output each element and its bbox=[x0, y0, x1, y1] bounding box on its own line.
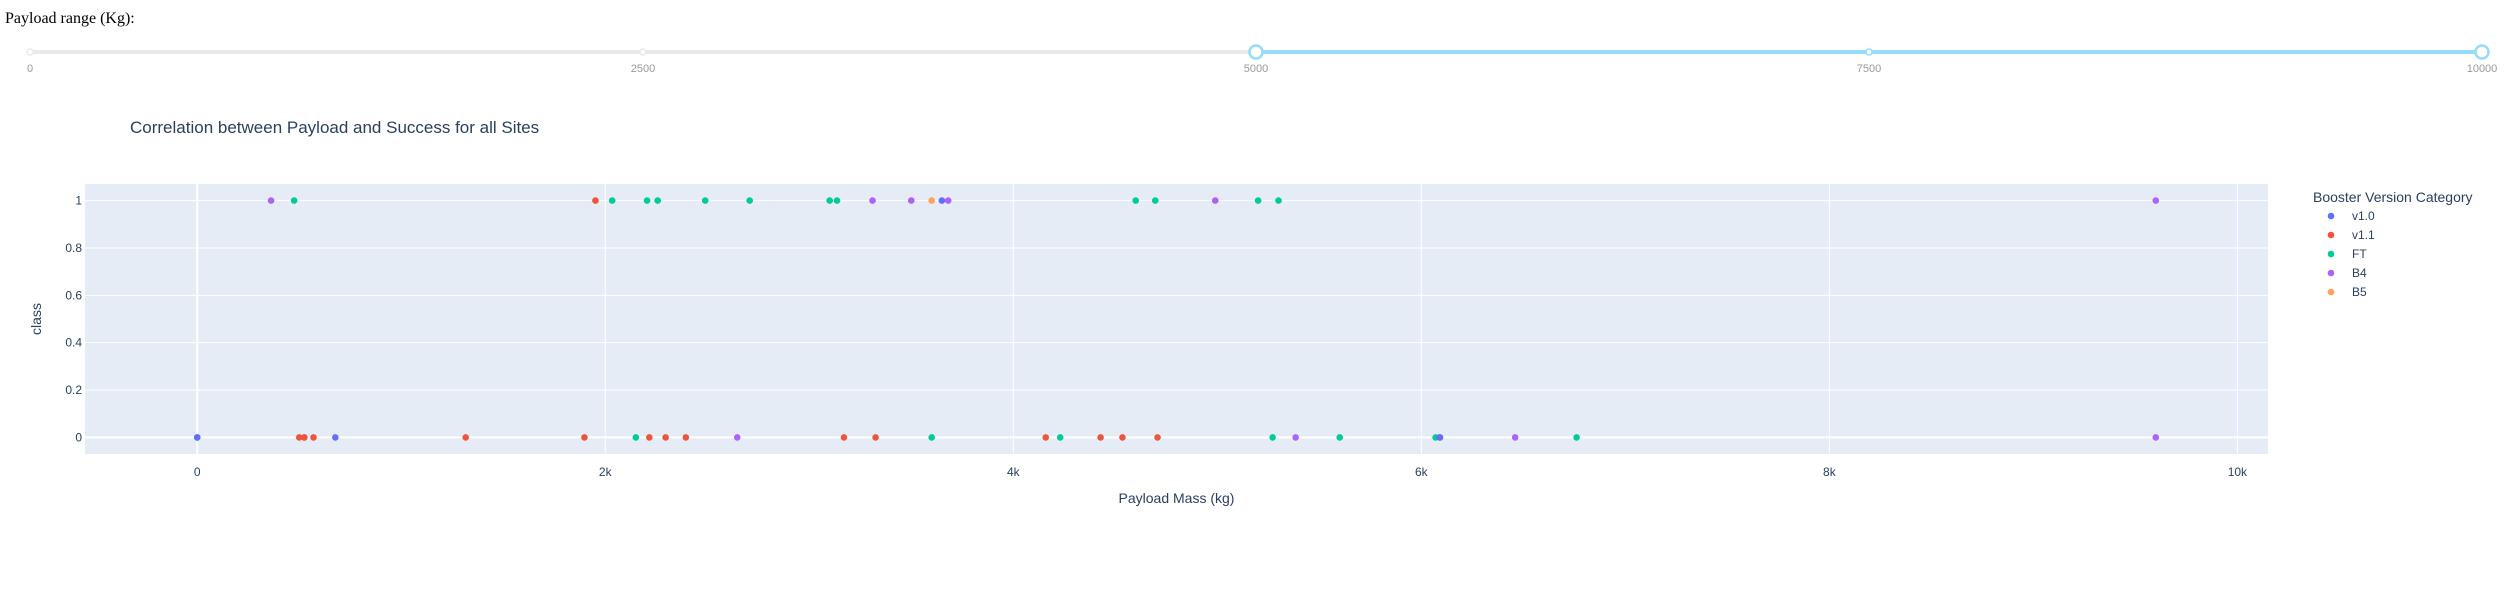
slider-mark-label: 10000 bbox=[2467, 63, 2498, 75]
data-point-v1.1 bbox=[310, 434, 317, 441]
x-tick-label: 8k bbox=[1823, 465, 1837, 479]
slider-mark-label: 2500 bbox=[631, 63, 655, 75]
x-tick-label: 4k bbox=[1007, 465, 1021, 479]
y-tick-label: 0.4 bbox=[65, 336, 82, 350]
data-point-B4 bbox=[907, 197, 915, 204]
data-point-FT bbox=[290, 197, 298, 204]
legend-marker[interactable] bbox=[2327, 269, 2335, 277]
x-tick-label: 6k bbox=[1415, 465, 1429, 479]
data-point-FT bbox=[643, 197, 651, 204]
slider-mark-label: 5000 bbox=[1244, 63, 1268, 75]
data-point-v1.1 bbox=[1042, 434, 1050, 441]
chart-title: Correlation between Payload and Success … bbox=[130, 118, 539, 137]
legend-marker[interactable] bbox=[2327, 212, 2335, 220]
y-tick-label: 0 bbox=[75, 430, 82, 444]
data-point-B4 bbox=[1292, 434, 1299, 441]
data-point-FT bbox=[654, 197, 661, 204]
data-point-FT bbox=[1056, 434, 1064, 441]
y-axis-label: class bbox=[28, 303, 44, 335]
slider-mark-dot bbox=[639, 48, 647, 56]
data-point-FT bbox=[1269, 434, 1276, 441]
y-tick-label: 1 bbox=[75, 194, 82, 208]
data-point-v1.1 bbox=[872, 434, 879, 441]
slider-mark-dot bbox=[26, 48, 34, 56]
data-point-FT bbox=[826, 197, 833, 204]
data-point-FT bbox=[608, 197, 616, 204]
legend-item-B5[interactable]: B5 bbox=[2352, 285, 2367, 299]
x-axis-label: Payload Mass (kg) bbox=[1119, 490, 1235, 506]
data-point-FT bbox=[632, 434, 640, 441]
slider-mark-dot bbox=[1865, 48, 1873, 56]
data-point-v1.1 bbox=[646, 434, 653, 441]
slider-mark-label: 7500 bbox=[1857, 63, 1881, 75]
payload-range-slider[interactable]: 0 2500 5000 7500 10000 bbox=[0, 0, 2511, 80]
x-tick-label: 0 bbox=[194, 465, 201, 479]
legend-marker[interactable] bbox=[2327, 231, 2335, 239]
data-point-v1.0 bbox=[1436, 434, 1443, 441]
data-point-FT bbox=[1336, 434, 1344, 441]
legend-item-FT[interactable]: FT bbox=[2352, 247, 2367, 261]
slider-mark-label: 0 bbox=[27, 63, 33, 75]
scatter-chart: Correlation between Payload and Success … bbox=[28, 118, 2473, 506]
data-point-v1.1 bbox=[1154, 434, 1161, 441]
data-point-v1.1 bbox=[462, 434, 469, 441]
data-point-v1.0 bbox=[938, 197, 946, 204]
data-point-FT bbox=[1573, 434, 1580, 441]
data-point-v1.1 bbox=[1119, 434, 1126, 441]
data-point-v1.0 bbox=[193, 434, 201, 441]
data-point-B4 bbox=[869, 197, 876, 204]
x-tick-label: 2k bbox=[599, 465, 613, 479]
legend-item-v1.1[interactable]: v1.1 bbox=[2352, 228, 2375, 242]
data-point-FT bbox=[1132, 197, 1139, 204]
data-point-FT bbox=[1151, 197, 1159, 204]
data-point-B4 bbox=[1511, 434, 1519, 441]
data-point-v1.1 bbox=[682, 434, 690, 441]
data-point-B4 bbox=[1211, 197, 1219, 204]
data-point-FT bbox=[833, 197, 841, 204]
y-tick-label: 0.8 bbox=[65, 241, 82, 255]
data-point-v1.0 bbox=[332, 434, 339, 441]
data-point-B4 bbox=[267, 197, 275, 204]
legend-marker[interactable] bbox=[2327, 288, 2335, 296]
data-point-v1.1 bbox=[581, 434, 588, 441]
x-tick-label: 10k bbox=[2228, 465, 2248, 479]
legend-title: Booster Version Category bbox=[2313, 189, 2473, 205]
slider-handle-max[interactable] bbox=[2474, 44, 2490, 60]
data-point-v1.1 bbox=[1097, 434, 1104, 441]
y-tick-label: 0.6 bbox=[65, 288, 82, 302]
data-point-v1.1 bbox=[840, 434, 848, 441]
y-tick-label: 0.2 bbox=[65, 383, 82, 397]
data-point-B4 bbox=[944, 197, 952, 204]
data-point-B4 bbox=[2152, 434, 2160, 441]
data-point-FT bbox=[746, 197, 753, 204]
data-point-FT bbox=[701, 197, 709, 204]
data-point-B4 bbox=[733, 434, 741, 441]
plot-area bbox=[85, 184, 2268, 454]
legend-item-B4[interactable]: B4 bbox=[2352, 266, 2367, 280]
data-point-v1.1 bbox=[662, 434, 669, 441]
data-point-FT bbox=[1254, 197, 1262, 204]
data-point-FT bbox=[928, 434, 935, 441]
data-point-B5 bbox=[928, 197, 935, 204]
legend-marker[interactable] bbox=[2327, 250, 2335, 258]
data-point-v1.1 bbox=[592, 197, 599, 204]
data-point-FT bbox=[1275, 197, 1282, 204]
slider-handle-min[interactable] bbox=[1248, 44, 1264, 60]
data-point-B4 bbox=[2152, 197, 2160, 204]
legend-item-v1.0[interactable]: v1.0 bbox=[2352, 209, 2375, 223]
data-point-v1.1 bbox=[301, 434, 308, 441]
